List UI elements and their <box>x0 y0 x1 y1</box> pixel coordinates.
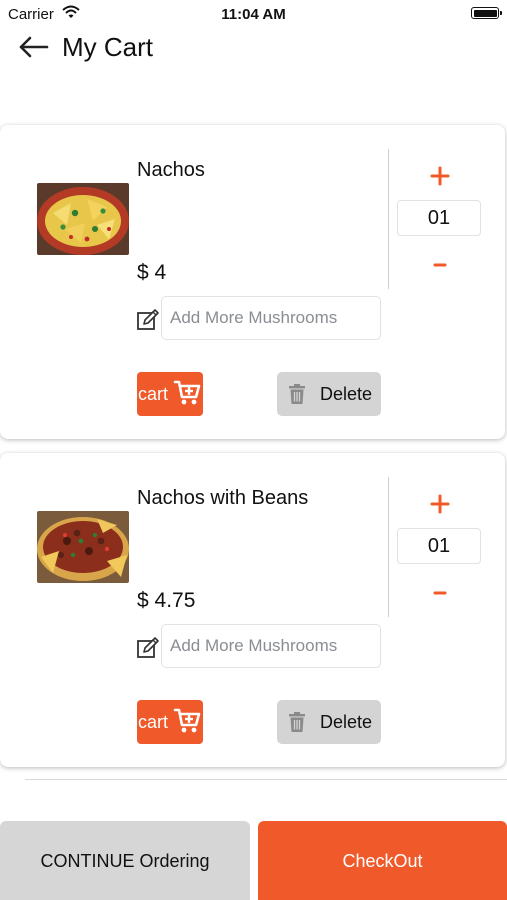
vertical-divider <box>388 149 389 289</box>
delete-button[interactable]: Delete <box>277 372 381 416</box>
minus-icon <box>433 591 447 595</box>
trash-icon <box>288 711 306 738</box>
clock-time: 11:04 AM <box>221 6 286 23</box>
continue-ordering-label: CONTINUE Ordering <box>40 851 210 871</box>
quantity-decrease-button[interactable] <box>428 581 452 605</box>
checkout-label: CheckOut <box>342 851 423 871</box>
delete-button-label: Delete <box>320 712 373 732</box>
item-name: Nachos with Beans <box>137 487 309 509</box>
battery-icon <box>471 7 502 19</box>
shopping-cart-icon <box>173 707 201 740</box>
item-image-nachos <box>37 183 129 255</box>
divider <box>25 779 507 780</box>
delete-button[interactable]: Delete <box>277 700 381 744</box>
edit-note-icon <box>136 636 160 660</box>
special-instructions-input[interactable] <box>161 296 381 340</box>
vertical-divider <box>388 477 389 617</box>
arrow-left-icon <box>19 36 49 58</box>
item-name: Nachos <box>137 159 205 181</box>
plus-icon <box>430 494 450 514</box>
minus-icon <box>433 263 447 267</box>
quantity-value[interactable]: 01 <box>397 200 481 236</box>
quantity-increase-button[interactable] <box>424 490 456 518</box>
item-price: $ 4.75 <box>137 589 196 612</box>
cart-item-card: Nachos with Beans $ 4.75 01 cart <box>0 453 505 767</box>
page-title: My Cart <box>62 32 153 62</box>
edit-note-icon <box>136 308 160 332</box>
cart-button-label: cart <box>138 384 169 404</box>
add-to-cart-button[interactable]: cart <box>137 700 203 744</box>
delete-button-label: Delete <box>320 384 373 404</box>
status-bar: Carrier 11:04 AM <box>0 0 507 28</box>
app-header: My Cart <box>0 30 507 70</box>
cart-button-label: cart <box>138 712 169 732</box>
trash-icon <box>288 383 306 410</box>
add-to-cart-button[interactable]: cart <box>137 372 203 416</box>
item-price: $ 4 <box>137 261 167 284</box>
checkout-button[interactable]: CheckOut <box>258 821 507 900</box>
cart-item-card: Nachos $ 4 01 cart <box>0 125 505 439</box>
continue-ordering-button[interactable]: CONTINUE Ordering <box>0 821 250 900</box>
quantity-value[interactable]: 01 <box>397 528 481 564</box>
shopping-cart-icon <box>173 379 201 412</box>
quantity-increase-button[interactable] <box>424 162 456 190</box>
item-image-nachos-with-beans <box>37 511 129 583</box>
quantity-decrease-button[interactable] <box>428 253 452 277</box>
back-button[interactable] <box>18 36 52 58</box>
plus-icon <box>430 166 450 186</box>
special-instructions-input[interactable] <box>161 624 381 668</box>
